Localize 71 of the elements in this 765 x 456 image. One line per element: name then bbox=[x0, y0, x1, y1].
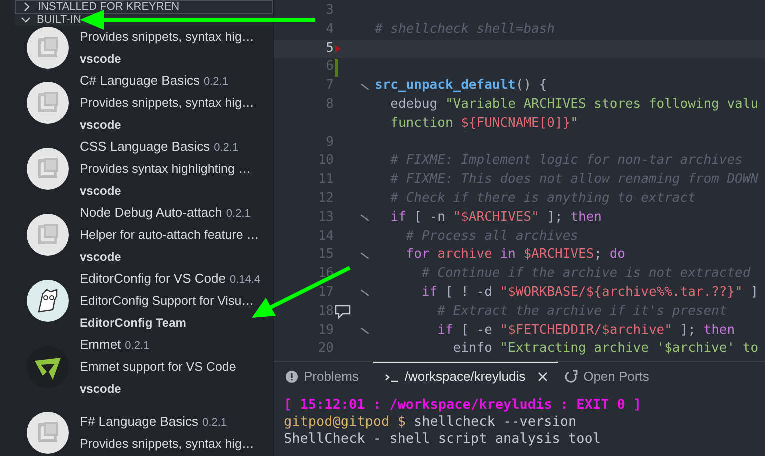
extension-version: 0.2.1 bbox=[214, 142, 239, 154]
extension-publisher: vscode bbox=[80, 381, 122, 398]
extension-name: F# Language Basics bbox=[80, 414, 199, 429]
emmet-icon bbox=[26, 346, 68, 388]
code-line: if [ ! -d "$WORKBASE/${archive%%.tar.??}" ] bbox=[420, 284, 759, 302]
code-line: for archive in $ARCHIVES; do bbox=[405, 246, 626, 264]
extension-item[interactable]: Emmet 0.2.1 Emmet support for VS Code vscode bbox=[15, 334, 273, 400]
extension-item[interactable]: Provides snippets, syntax hig… vscode bbox=[15, 26, 273, 70]
extension-publisher: EditorConfig Team bbox=[80, 315, 188, 332]
extension-icon bbox=[26, 214, 68, 256]
extension-description: Provides snippets, syntax hig… bbox=[80, 29, 254, 46]
mouse-icon bbox=[26, 280, 68, 322]
extension-publisher: vscode bbox=[80, 249, 122, 266]
code-line: if [ -n "$ARCHIVES" ]; then bbox=[390, 208, 602, 227]
extension-icon bbox=[26, 27, 68, 69]
extension-name: CSS Language Basics bbox=[80, 139, 210, 154]
comment-icon[interactable] bbox=[335, 305, 351, 320]
panel-tab[interactable]: Open Ports bbox=[562, 362, 660, 390]
extension-item[interactable]: CSS Language Basics 0.2.1 Provides syntax highlighting … vscode bbox=[15, 136, 273, 202]
extension-icon bbox=[26, 148, 68, 190]
extension-name: EditorConfig for VS Code bbox=[80, 271, 226, 286]
code-line: # shellcheck shell=bash bbox=[375, 20, 556, 39]
code-line: if [ -e "$FETCHEDDIR/$archive" ]; then bbox=[436, 322, 736, 340]
extension-description: Provides snippets, syntax hig… bbox=[80, 95, 254, 112]
extension-version: 0.14.4 bbox=[230, 274, 261, 286]
extension-publisher: vscode bbox=[80, 183, 122, 200]
extension-icon bbox=[26, 82, 68, 124]
extension-description: Provides syntax highlighting … bbox=[80, 161, 251, 178]
extension-publisher: vscode bbox=[80, 117, 122, 134]
extension-publisher: vscode bbox=[80, 51, 122, 68]
code-line: # Extract the archive if it's present bbox=[436, 302, 728, 321]
extension-version: 0.2.1 bbox=[125, 340, 150, 352]
extension-name: C# Language Basics bbox=[80, 73, 200, 88]
code-line: function ${FUNCNAME[0]}" bbox=[390, 114, 578, 133]
code-line: einfo "Extracting archive '$archive' to bbox=[452, 340, 759, 358]
terminal-line: ShellCheck - shell script analysis tool bbox=[284, 431, 602, 448]
code-line: # Check if there is anything to extract bbox=[390, 190, 696, 208]
ports-icon bbox=[564, 370, 578, 384]
fold-icon[interactable] bbox=[361, 252, 369, 259]
fold-icon[interactable] bbox=[361, 215, 369, 222]
extension-name: Node Debug Auto-attach bbox=[80, 205, 222, 220]
code-line: # FIXME: This does not allow renaming from DOWN bbox=[390, 171, 759, 190]
extension-version: 0.2.1 bbox=[202, 417, 227, 429]
section-header[interactable]: INSTALLED FOR KREYREN bbox=[15, 0, 273, 14]
extension-item[interactable]: F# Language Basics 0.2.1 Provides snippets, syntax hig… bbox=[15, 400, 273, 456]
panel-tab[interactable]: Problems bbox=[284, 362, 369, 390]
fold-icon[interactable] bbox=[361, 290, 369, 296]
fold-icon[interactable] bbox=[361, 84, 369, 90]
extension-version: 0.2.1 bbox=[226, 208, 251, 220]
extension-item[interactable]: EditorConfig for VS Code 0.14.4 EditorConfig Support for Visu… EditorConfig Team bbox=[15, 268, 273, 334]
terminal-line: gitpod@gitpod $ shellcheck --version bbox=[284, 414, 578, 431]
terminal-line: [ 15:12:01 : /workspace/kreyludis : EXIT 0 ] bbox=[284, 397, 643, 414]
extension-item[interactable]: C# Language Basics 0.2.1 Provides snippets, syntax hig… vscode bbox=[15, 70, 273, 136]
fold-icon[interactable] bbox=[361, 328, 369, 334]
extension-icon bbox=[26, 412, 68, 454]
code-line: edebug "Variable ARCHIVES stores following valu bbox=[390, 96, 759, 114]
code-line: # Continue if the archive is not extracted bbox=[420, 265, 751, 284]
close-icon[interactable] bbox=[538, 372, 548, 382]
extension-name: Emmet bbox=[80, 337, 122, 352]
extension-version: 0.2.1 bbox=[204, 76, 228, 88]
extension-description: Helper for auto-attach feature … bbox=[80, 227, 260, 244]
extension-description: Emmet support for VS Code bbox=[80, 359, 236, 376]
extension-item[interactable]: Node Debug Auto-attach 0.2.1 Helper for auto-attach feature … vscode bbox=[15, 202, 273, 268]
code-line: # Process all archives bbox=[405, 228, 578, 246]
panel-tab[interactable]: /workspace/kreyludis bbox=[372, 362, 558, 390]
code-line: src_unpack_default() { bbox=[375, 77, 548, 96]
line-number: 5 bbox=[325, 40, 334, 58]
extension-description: Provides snippets, syntax hig… bbox=[80, 436, 254, 453]
code-line: # FIXME: Implement logic for non-tar archives bbox=[390, 152, 743, 170]
extension-description: EditorConfig Support for Visu… bbox=[80, 293, 256, 310]
info-icon bbox=[286, 370, 298, 382]
